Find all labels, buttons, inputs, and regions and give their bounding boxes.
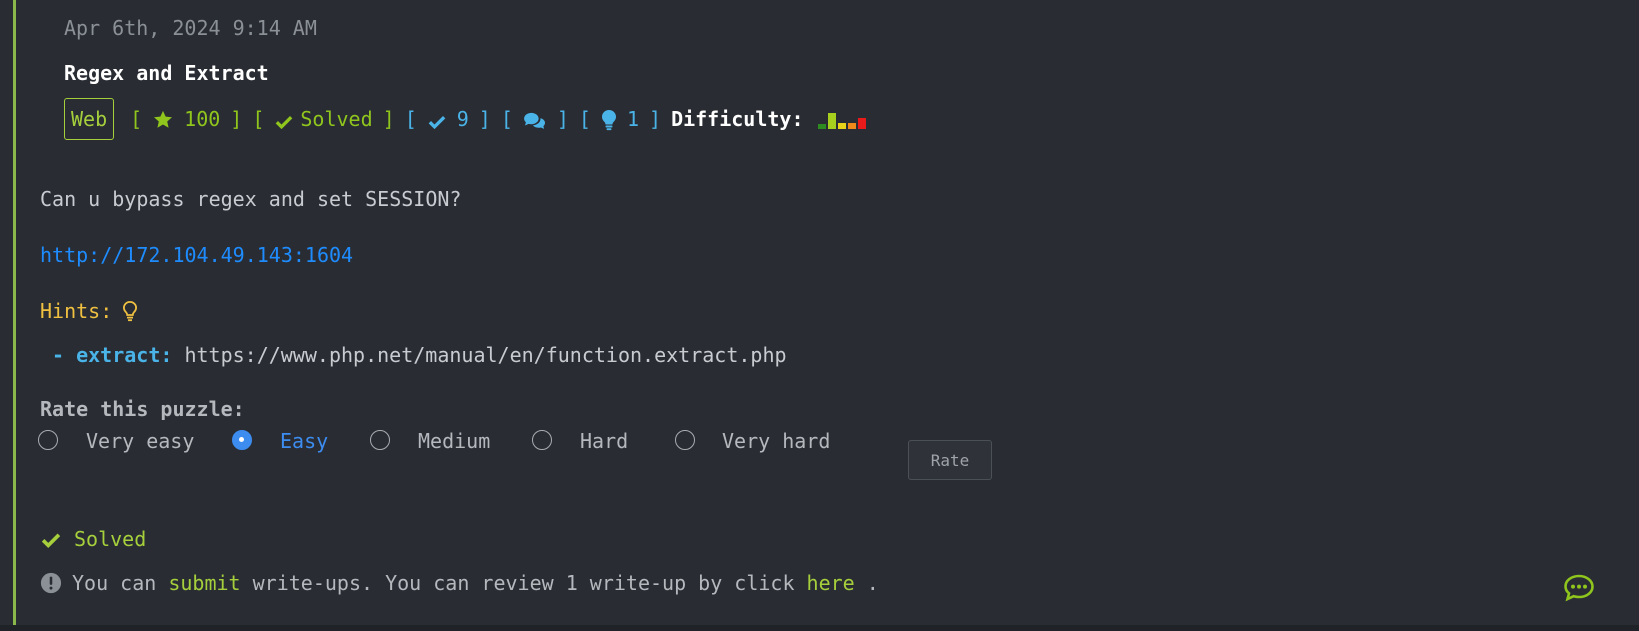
writeup-notice: You can submit write-ups. You can review…: [40, 571, 879, 595]
difficulty-label: Difficulty:: [671, 107, 804, 131]
writeup-text-pre: You can: [72, 571, 157, 595]
comments-bracket[interactable]: []: [501, 107, 569, 131]
lightbulb-icon: [601, 110, 616, 131]
challenge-title: Regex and Extract: [64, 61, 269, 85]
solved-status: Solved: [40, 527, 146, 551]
hints-label: Hints:: [40, 299, 113, 323]
exclamation-circle-icon: [40, 572, 62, 594]
check-icon: [428, 115, 446, 129]
hint-key: - extract:: [52, 343, 173, 367]
chat-button[interactable]: [1563, 573, 1595, 607]
points-bracket: [100]: [130, 106, 243, 131]
status-bracket: [Solved]: [252, 107, 395, 131]
solves-value: 9: [456, 107, 469, 131]
hints-count: 1: [626, 106, 640, 131]
category-tag[interactable]: Web: [64, 98, 115, 140]
left-accent-bar: [13, 0, 16, 631]
challenge-meta-row: Web [100] [Solved] [9] [] [1] Difficulty…: [64, 98, 866, 140]
radio-label-hard[interactable]: Hard: [580, 429, 628, 453]
hint-text: https://www.php.net/manual/en/function.e…: [184, 343, 787, 367]
challenge-description: Can u bypass regex and set SESSION?: [40, 187, 462, 211]
radio-medium[interactable]: [370, 430, 390, 450]
lightbulb-icon: [123, 300, 138, 322]
difficulty-bar: [857, 118, 866, 129]
radio-very-hard[interactable]: [675, 430, 695, 450]
review-writeup-link[interactable]: here: [807, 571, 855, 595]
solved-label: Solved: [74, 527, 147, 551]
difficulty-bar: [837, 123, 846, 129]
radio-very-easy[interactable]: [38, 430, 58, 450]
comments-icon: [523, 112, 545, 129]
radio-hard[interactable]: [532, 430, 552, 450]
difficulty-bar: [847, 123, 856, 129]
chat-icon: [1564, 574, 1594, 602]
writeup-text-mid: write-ups. You can review 1 write-up by …: [252, 571, 795, 595]
rate-title: Rate this puzzle:: [40, 397, 245, 421]
check-icon: [41, 533, 61, 548]
solves-bracket[interactable]: [9]: [405, 107, 491, 131]
difficulty-bar: [827, 113, 836, 129]
hints-bracket[interactable]: [1]: [579, 107, 661, 132]
star-icon: [154, 111, 173, 128]
status-value: Solved: [300, 107, 373, 131]
check-icon: [276, 115, 293, 129]
bottom-divider: [0, 625, 1639, 631]
rate-button[interactable]: Rate: [908, 440, 992, 480]
radio-label-medium[interactable]: Medium: [418, 429, 490, 453]
challenge-url-link[interactable]: http://172.104.49.143:1604: [40, 243, 353, 267]
radio-easy[interactable]: [232, 430, 252, 450]
challenge-date: Apr 6th, 2024 9:14 AM: [64, 16, 317, 40]
hints-heading: Hints:: [40, 299, 138, 323]
radio-label-easy[interactable]: Easy: [280, 429, 328, 453]
writeup-text-end: .: [866, 571, 879, 595]
radio-label-very-easy[interactable]: Very easy: [86, 429, 194, 453]
radio-label-very-hard[interactable]: Very hard: [722, 429, 830, 453]
difficulty-meter: [817, 109, 866, 129]
difficulty-bar: [817, 124, 826, 129]
points-value: 100: [184, 106, 221, 131]
submit-writeup-link[interactable]: submit: [168, 571, 240, 595]
hint-item: - extract: https://www.php.net/manual/en…: [52, 343, 787, 367]
